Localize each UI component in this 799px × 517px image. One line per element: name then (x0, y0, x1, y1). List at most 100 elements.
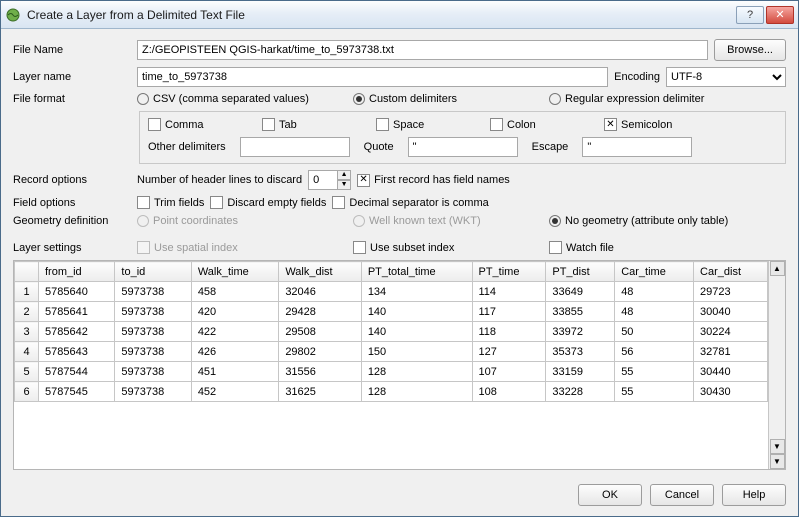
spatial-index-check: Use spatial index (137, 241, 347, 254)
filename-input[interactable] (137, 40, 708, 60)
no-geometry-radio[interactable]: No geometry (attribute only table) (549, 215, 728, 227)
decimal-comma-check[interactable]: Decimal separator is comma (332, 196, 488, 209)
table-row[interactable]: 3578564259737384222950814011833972503022… (15, 322, 768, 342)
radio-icon (549, 93, 561, 105)
table-row[interactable]: 4578564359737384262980215012735373563278… (15, 342, 768, 362)
vertical-scrollbar[interactable]: ▲ ▼ ▼ (768, 261, 785, 469)
column-header[interactable]: to_id (115, 262, 191, 282)
column-header[interactable]: Car_dist (694, 262, 768, 282)
table-cell: 134 (361, 282, 472, 302)
table-row[interactable]: 2578564159737384202942814011733855483004… (15, 302, 768, 322)
chevron-down-icon[interactable]: ▼ (337, 180, 351, 190)
table-cell: 55 (615, 362, 694, 382)
point-radio[interactable]: Point coordinates (137, 215, 347, 227)
table-cell: 422 (191, 322, 279, 342)
table-cell: 5973738 (115, 322, 191, 342)
row-header: 3 (15, 322, 39, 342)
column-header[interactable]: PT_time (472, 262, 546, 282)
table-cell: 5785642 (39, 322, 115, 342)
ok-button[interactable]: OK (578, 484, 642, 506)
fileformat-row: File format CSV (comma separated values)… (13, 93, 786, 105)
table-cell: 114 (472, 282, 546, 302)
tab-check[interactable]: Tab (262, 118, 362, 131)
column-header[interactable]: Walk_dist (279, 262, 362, 282)
csv-radio[interactable]: CSV (comma separated values) (137, 93, 347, 105)
table-cell: 5973738 (115, 282, 191, 302)
table-cell: 5785641 (39, 302, 115, 322)
table-cell: 127 (472, 342, 546, 362)
table-cell: 55 (615, 382, 694, 402)
browse-button[interactable]: Browse... (714, 39, 786, 61)
table-cell: 452 (191, 382, 279, 402)
comma-check[interactable]: Comma (148, 118, 248, 131)
help-window-button[interactable]: ? (736, 6, 764, 24)
subset-index-check[interactable]: Use subset index (353, 241, 543, 254)
record-options-label: Record options (13, 174, 131, 186)
help-button[interactable]: Help (722, 484, 786, 506)
quote-input[interactable] (408, 137, 518, 157)
discard-input[interactable] (308, 170, 338, 190)
radio-icon (353, 93, 365, 105)
scroll-up-icon[interactable]: ▲ (770, 261, 785, 276)
chevron-up-icon[interactable]: ▲ (337, 170, 351, 180)
delimiter-box: Comma Tab Space Colon ✕Semicolon Other d… (139, 111, 786, 164)
checkbox-icon (490, 118, 503, 131)
table-cell: 426 (191, 342, 279, 362)
column-header[interactable]: Walk_time (191, 262, 279, 282)
trim-check[interactable]: Trim fields (137, 196, 204, 209)
cancel-button[interactable]: Cancel (650, 484, 714, 506)
table-cell: 33855 (546, 302, 615, 322)
row-header: 5 (15, 362, 39, 382)
scroll-down-icon[interactable]: ▼ (770, 454, 785, 469)
dialog-content: File Name Browse... Layer name Encoding … (1, 29, 798, 476)
column-header[interactable]: Car_time (615, 262, 694, 282)
table-row[interactable]: 1578564059737384583204613411433649482972… (15, 282, 768, 302)
discard-spinner[interactable]: ▲▼ (308, 170, 351, 190)
scroll-down-icon[interactable]: ▼ (770, 439, 785, 454)
corner-header (15, 262, 39, 282)
close-window-button[interactable]: ✕ (766, 6, 794, 24)
row-header: 1 (15, 282, 39, 302)
encoding-label: Encoding (614, 71, 660, 83)
checkbox-icon (376, 118, 389, 131)
table-row[interactable]: 6578754559737384523162512810833228553043… (15, 382, 768, 402)
other-delim-input[interactable] (240, 137, 350, 157)
row-header: 4 (15, 342, 39, 362)
layername-input[interactable] (137, 67, 608, 87)
geometry-row: Geometry definition Point coordinates We… (13, 215, 786, 227)
table-cell: 107 (472, 362, 546, 382)
wkt-radio[interactable]: Well known text (WKT) (353, 215, 543, 227)
dialog-footer: OK Cancel Help (1, 476, 798, 516)
table-cell: 33649 (546, 282, 615, 302)
column-header[interactable]: from_id (39, 262, 115, 282)
colon-check[interactable]: Colon (490, 118, 590, 131)
regex-radio[interactable]: Regular expression delimiter (549, 93, 704, 105)
discard-empty-check[interactable]: Discard empty fields (210, 196, 326, 209)
table-cell: 108 (472, 382, 546, 402)
table-cell: 31625 (279, 382, 362, 402)
custom-delimiters-radio[interactable]: Custom delimiters (353, 93, 543, 105)
row-header: 2 (15, 302, 39, 322)
semicolon-check[interactable]: ✕Semicolon (604, 118, 704, 131)
table-cell: 31556 (279, 362, 362, 382)
column-header[interactable]: PT_total_time (361, 262, 472, 282)
column-header[interactable]: PT_dist (546, 262, 615, 282)
geometry-label: Geometry definition (13, 215, 131, 227)
checkbox-icon (262, 118, 275, 131)
fileformat-label: File format (13, 93, 131, 105)
checkbox-icon (210, 196, 223, 209)
spinner-arrows: ▲▼ (337, 170, 351, 190)
escape-input[interactable] (582, 137, 692, 157)
titlebar[interactable]: Create a Layer from a Delimited Text Fil… (1, 1, 798, 29)
encoding-select[interactable]: UTF-8 (666, 67, 786, 87)
question-icon: ? (747, 9, 753, 21)
watch-file-check[interactable]: Watch file (549, 241, 614, 254)
table-cell: 5785640 (39, 282, 115, 302)
first-record-check[interactable]: ✕First record has field names (357, 174, 510, 187)
table-cell: 29428 (279, 302, 362, 322)
window-buttons: ? ✕ (736, 6, 794, 24)
preview-table-wrap: from_idto_idWalk_timeWalk_distPT_total_t… (13, 260, 786, 470)
preview-table[interactable]: from_idto_idWalk_timeWalk_distPT_total_t… (14, 261, 768, 402)
space-check[interactable]: Space (376, 118, 476, 131)
table-row[interactable]: 5578754459737384513155612810733159553044… (15, 362, 768, 382)
